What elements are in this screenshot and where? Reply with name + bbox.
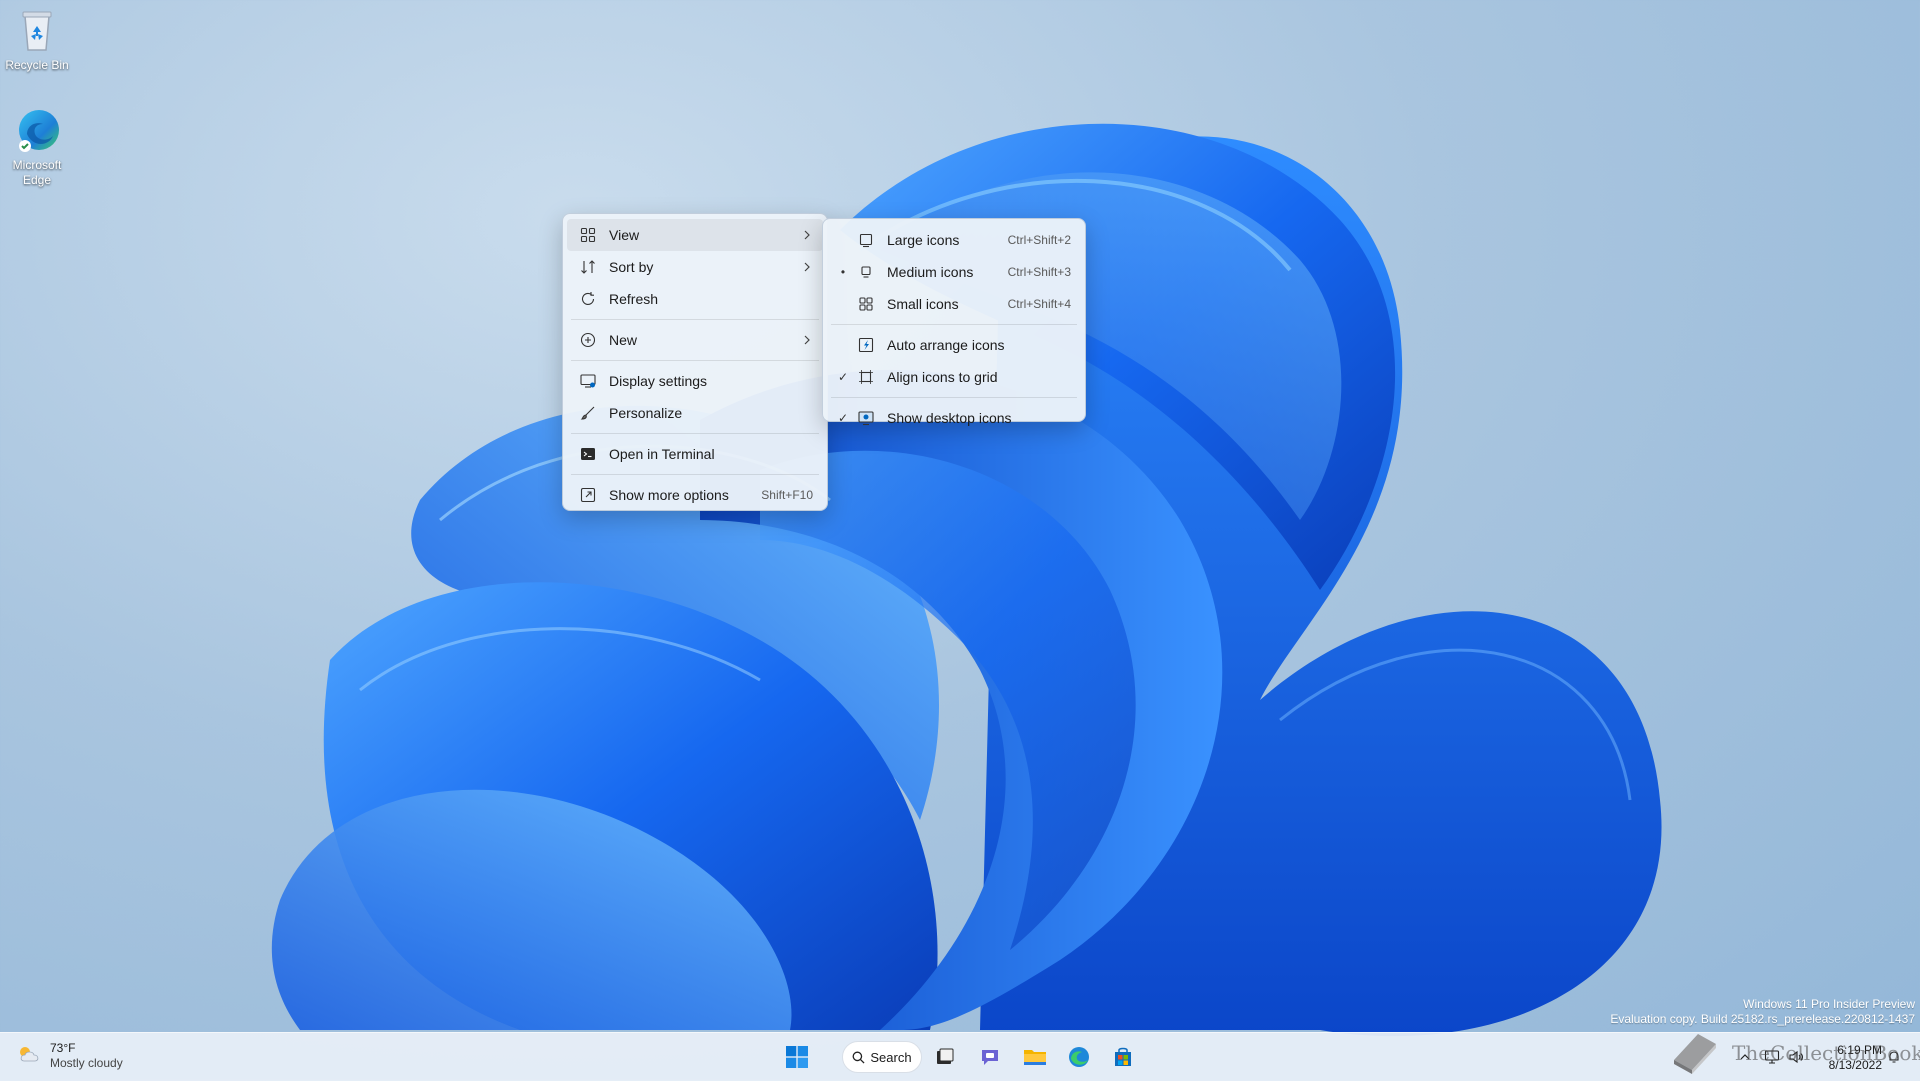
submenu-item-shortcut: Ctrl+Shift+4 — [1007, 297, 1071, 311]
store-icon — [1115, 1047, 1131, 1066]
desktop-context-menu: View Sort by Refresh New Display setting… — [562, 213, 828, 511]
start-button[interactable] — [778, 1039, 816, 1075]
small-icons-icon — [857, 295, 875, 313]
store-button[interactable] — [1104, 1039, 1142, 1075]
menu-separator — [571, 433, 819, 434]
menu-state-indicator: ✓ — [837, 411, 849, 425]
desktop-icon-label: Microsoft Edge — [12, 158, 62, 187]
new-plus-icon — [579, 331, 597, 349]
menu-item-label: Personalize — [609, 405, 683, 421]
cloudy-weather-icon — [16, 1043, 42, 1070]
edge-taskbar-button[interactable] — [1060, 1039, 1098, 1075]
medium-icons-icon — [857, 263, 875, 281]
menu-item-shortcut: Shift+F10 — [761, 488, 813, 502]
menu-separator — [831, 324, 1077, 325]
site-watermark-text: TheCollectionBook — [1732, 1041, 1920, 1065]
terminal-icon — [579, 445, 597, 463]
submenu-item-label: Medium icons — [887, 264, 974, 280]
menu-item-view[interactable]: View — [567, 219, 823, 251]
menu-item-show-more-options[interactable]: Show more options Shift+F10 — [567, 479, 823, 511]
menu-item-refresh[interactable]: Refresh — [567, 283, 823, 315]
watermark-line-edition: Windows 11 Pro Insider Preview — [1743, 997, 1915, 1011]
menu-item-sort-by[interactable]: Sort by — [567, 251, 823, 283]
submenu-item-label: Large icons — [887, 232, 960, 248]
taskbar-search-button[interactable]: Search — [842, 1041, 922, 1073]
weather-widget[interactable]: 73°F Mostly cloudy — [16, 1041, 123, 1071]
large-icons-icon — [857, 231, 875, 249]
recycle-bin-icon — [13, 6, 61, 54]
desktop-icon-microsoft-edge[interactable]: Microsoft Edge — [0, 106, 77, 188]
submenu-item-auto-arrange-icons[interactable]: Auto arrange icons — [827, 329, 1081, 361]
desktop-icons-icon — [857, 409, 875, 427]
chevron-right-icon — [799, 227, 815, 243]
evaluation-watermark: Windows 11 Pro Insider Preview Evaluatio… — [1610, 997, 1915, 1027]
submenu-item-small-icons[interactable]: Small icons Ctrl+Shift+4 — [827, 288, 1081, 320]
weather-temperature: 73°F — [50, 1041, 76, 1055]
refresh-icon — [579, 290, 597, 308]
chevron-right-icon — [799, 259, 815, 275]
menu-item-label: Show more options — [609, 487, 729, 503]
desktop-icon-recycle-bin[interactable]: Recycle Bin — [0, 6, 77, 73]
edge-icon — [1069, 1047, 1089, 1067]
submenu-item-show-desktop-icons[interactable]: ✓ Show desktop icons — [827, 402, 1081, 434]
menu-separator — [571, 319, 819, 320]
submenu-item-label: Small icons — [887, 296, 959, 312]
view-grid-icon — [579, 226, 597, 244]
chat-icon — [982, 1050, 998, 1065]
windows-logo-icon — [786, 1046, 808, 1068]
menu-item-label: View — [609, 227, 640, 243]
submenu-item-align-icons-to-grid[interactable]: ✓ Align icons to grid — [827, 361, 1081, 393]
search-label: Search — [870, 1049, 912, 1065]
watermark-line-build: Evaluation copy. Build 25182.rs_prerelea… — [1610, 1012, 1915, 1026]
weather-condition: Mostly cloudy — [50, 1056, 123, 1070]
view-submenu: Large icons Ctrl+Shift+2 • Medium icons … — [822, 218, 1086, 426]
menu-state-indicator: • — [840, 265, 846, 279]
menu-item-label: Display settings — [609, 373, 708, 389]
submenu-item-label: Auto arrange icons — [887, 337, 1005, 353]
desktop-icon-label: Recycle Bin — [5, 58, 69, 72]
submenu-item-shortcut: Ctrl+Shift+2 — [1007, 233, 1071, 247]
submenu-item-shortcut: Ctrl+Shift+3 — [1007, 265, 1071, 279]
folder-icon — [1024, 1050, 1046, 1065]
sort-icon — [579, 258, 597, 276]
menu-separator — [571, 360, 819, 361]
menu-item-new[interactable]: New — [567, 324, 823, 356]
menu-item-personalize[interactable]: Personalize — [567, 397, 823, 429]
site-watermark: TheCollectionBook — [1668, 1030, 1920, 1076]
teams-chat-button[interactable] — [971, 1039, 1009, 1075]
menu-separator — [831, 397, 1077, 398]
submenu-item-medium-icons[interactable]: • Medium icons Ctrl+Shift+3 — [827, 256, 1081, 288]
menu-item-label: Sort by — [609, 259, 654, 275]
menu-item-label: Open in Terminal — [609, 446, 715, 462]
task-view-icon — [937, 1048, 954, 1064]
submenu-item-label: Show desktop icons — [887, 410, 1012, 426]
menu-item-label: Refresh — [609, 291, 659, 307]
menu-separator — [571, 474, 819, 475]
submenu-item-label: Align icons to grid — [887, 369, 998, 385]
auto-arrange-icon — [857, 336, 875, 354]
menu-state-indicator: ✓ — [837, 370, 849, 384]
menu-item-label: New — [609, 332, 638, 348]
menu-item-display-settings[interactable]: Display settings — [567, 365, 823, 397]
taskbar: 73°F Mostly cloudy Search 6:19 PM 8/13/2… — [0, 1032, 1920, 1081]
submenu-item-large-icons[interactable]: Large icons Ctrl+Shift+2 — [827, 224, 1081, 256]
wallpaper-bloom — [271, 123, 1662, 1037]
book-icon — [1674, 1034, 1716, 1074]
task-view-button[interactable] — [926, 1039, 964, 1075]
brush-icon — [579, 404, 597, 422]
edge-icon — [13, 106, 61, 154]
display-icon — [579, 372, 597, 390]
more-options-icon — [579, 486, 597, 504]
file-explorer-button[interactable] — [1016, 1039, 1054, 1075]
chevron-right-icon — [799, 332, 815, 348]
align-grid-icon — [857, 368, 875, 386]
search-icon — [852, 1051, 865, 1064]
menu-item-open-in-terminal[interactable]: Open in Terminal — [567, 438, 823, 470]
